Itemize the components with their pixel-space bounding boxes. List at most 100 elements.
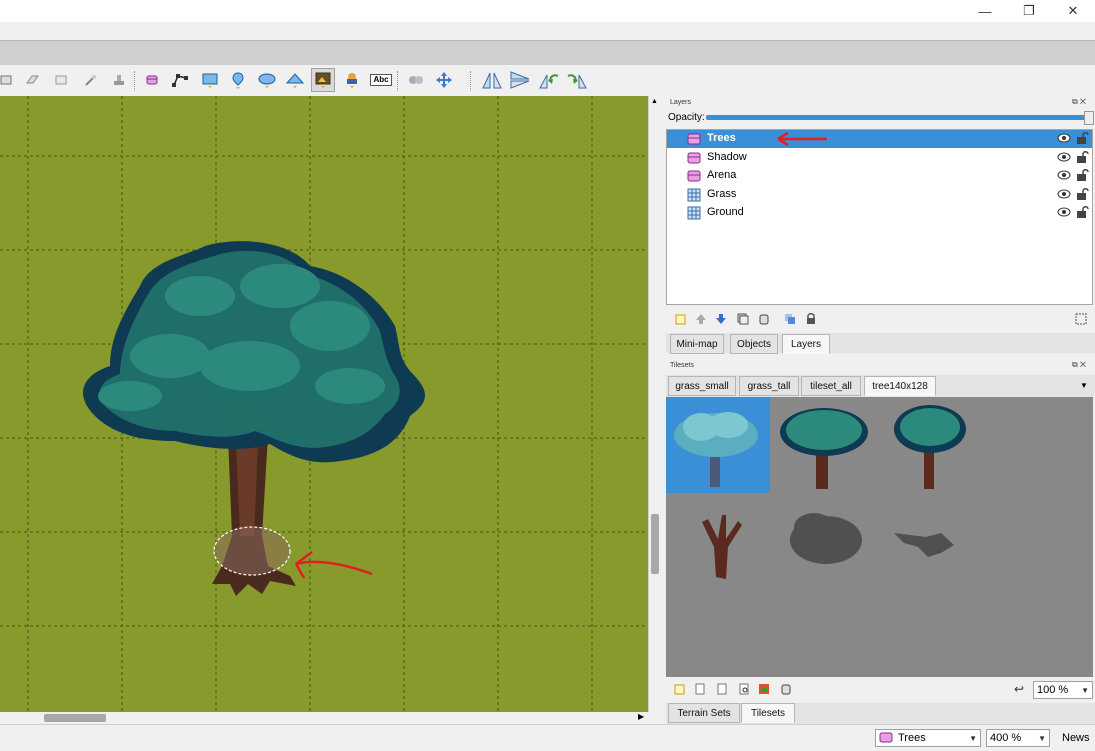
tab-layers[interactable]: Layers [782,334,830,354]
unlock-icon[interactable] [1076,168,1090,182]
opacity-slider[interactable] [706,111,1094,125]
layer-row-ground[interactable]: Ground [667,204,1092,222]
show-other-layers-icon[interactable] [784,313,796,328]
layer-properties-icon[interactable] [1074,312,1088,329]
layer-row-trees[interactable]: Trees [667,130,1092,148]
vertical-scroll-thumb[interactable] [651,514,659,574]
insert-ellipse-icon[interactable] [255,68,279,92]
tile-tree-3[interactable] [894,405,966,489]
vertical-scrollbar[interactable]: ▲ [648,96,661,712]
unlock-icon[interactable] [1076,131,1090,145]
embed-tileset-icon[interactable] [694,683,706,698]
select-same-tile-icon[interactable] [49,68,73,92]
random-mode-icon[interactable] [404,68,428,92]
tab-tree140x128[interactable]: tree140x128 [864,376,936,396]
layer-row-arena[interactable]: Arena [667,167,1092,185]
tools-toolbar: Abc [0,65,1095,96]
object-layer-icon [687,152,701,163]
duplicate-layer-icon[interactable] [737,313,749,328]
scroll-up-icon[interactable]: ▲ [651,98,658,105]
unlock-icon[interactable] [1076,150,1090,164]
raise-layer-icon[interactable] [695,313,707,328]
object-layer-icon [687,133,701,145]
new-tileset-icon[interactable] [674,683,686,698]
rotate-left-icon[interactable] [537,68,561,92]
undo-wrap-icon[interactable]: ↩ [1014,682,1024,696]
tile-tree-shadow-flat[interactable] [894,533,954,557]
lock-layer-icon[interactable] [805,312,817,328]
insert-template-icon[interactable] [340,68,364,92]
lower-layer-icon[interactable] [715,313,727,328]
tab-grass-small[interactable]: grass_small [668,376,736,396]
layers-panel-title: Layers [670,99,692,106]
tab-grass-tall[interactable]: grass_tall [739,376,799,396]
opacity-slider-handle[interactable] [1084,111,1094,125]
delete-layer-icon[interactable] [758,313,770,328]
tab-tilesets[interactable]: Tilesets [741,703,795,723]
tileset-zoom-select[interactable]: 100 % ▼ [1033,681,1093,699]
eye-icon[interactable] [1057,189,1071,199]
eye-icon[interactable] [1057,170,1071,180]
horizontal-scrollbar[interactable]: ▶ [0,712,648,724]
move-icon[interactable] [432,68,456,92]
tilesets-panel-title: Tilesets [670,362,694,369]
select-objects-icon[interactable] [140,68,164,92]
menu-bar [0,22,1095,40]
scroll-right-icon[interactable]: ▶ [638,712,644,721]
eye-icon[interactable] [1057,133,1071,143]
document-tabs-bar [0,40,1095,66]
tab-terrain-sets[interactable]: Terrain Sets [668,703,740,723]
magic-wand-icon[interactable] [78,68,102,92]
minimize-button[interactable]: — [963,0,1007,22]
opacity-label: Opacity: [668,112,705,123]
unlock-icon[interactable] [1076,205,1090,219]
layer-annotation-arrow [777,131,827,147]
layer-row-shadow[interactable]: Shadow [667,149,1092,167]
edit-tileset-icon[interactable] [738,683,750,698]
rotate-right-icon[interactable] [565,68,589,92]
export-tileset-icon[interactable] [716,683,728,698]
flip-horizontal-icon[interactable] [480,68,504,92]
layer-name: Trees [707,132,736,144]
horizontal-scroll-thumb[interactable] [44,714,106,722]
tile-tree-2[interactable] [780,408,868,489]
eraser-icon[interactable] [20,68,44,92]
insert-rectangle-icon[interactable] [198,68,222,92]
tileset-menu-chevron-icon[interactable]: ▼ [1080,381,1088,390]
maximize-button[interactable]: ❐ [1007,0,1051,22]
insert-polygon-icon[interactable] [283,68,307,92]
close-button[interactable]: ✕ [1051,0,1095,22]
tab-mini-map[interactable]: Mini-map [670,334,724,354]
layer-name: Arena [707,169,737,181]
tab-objects[interactable]: Objects [730,334,778,354]
dynamic-wrapping-icon[interactable] [758,683,770,698]
tab-tileset-all[interactable]: tileset_all [801,376,861,396]
selected-ellipse-object[interactable] [213,526,291,576]
object-layer-icon [879,732,893,743]
add-layer-icon[interactable] [675,313,687,328]
edit-polygons-icon[interactable] [168,68,192,92]
current-layer-select[interactable]: Trees ▼ [875,729,981,747]
layers-list: Trees Shadow Arena Grass Ground [666,129,1093,305]
stamp-fill-icon[interactable] [107,68,131,92]
layer-row-grass[interactable]: Grass [667,186,1092,204]
tileset-view[interactable] [666,397,1093,677]
unlock-icon[interactable] [1076,187,1090,201]
map-canvas[interactable] [0,96,648,712]
tileset-panel-float-close-icons[interactable]: ⧉ ✕ [1072,360,1086,370]
insert-point-icon[interactable] [226,68,250,92]
tile-dead-tree[interactable] [702,515,742,579]
annotation-arrow [294,551,373,579]
eye-icon[interactable] [1057,152,1071,162]
tile-layer-icon [687,206,701,220]
insert-text-icon[interactable]: Abc [369,68,393,92]
news-button[interactable]: News [1062,732,1090,744]
remove-tileset-icon[interactable] [780,683,792,698]
tile-tree-shadow[interactable] [790,513,862,564]
eye-icon[interactable] [1057,207,1071,217]
map-zoom-select[interactable]: 400 % ▼ [986,729,1050,747]
flip-vertical-icon[interactable] [508,68,532,92]
panel-float-close-icons[interactable]: ⧉ ✕ [1072,97,1086,107]
rectangle-select-icon[interactable] [0,68,18,92]
insert-tile-icon[interactable] [311,68,335,92]
